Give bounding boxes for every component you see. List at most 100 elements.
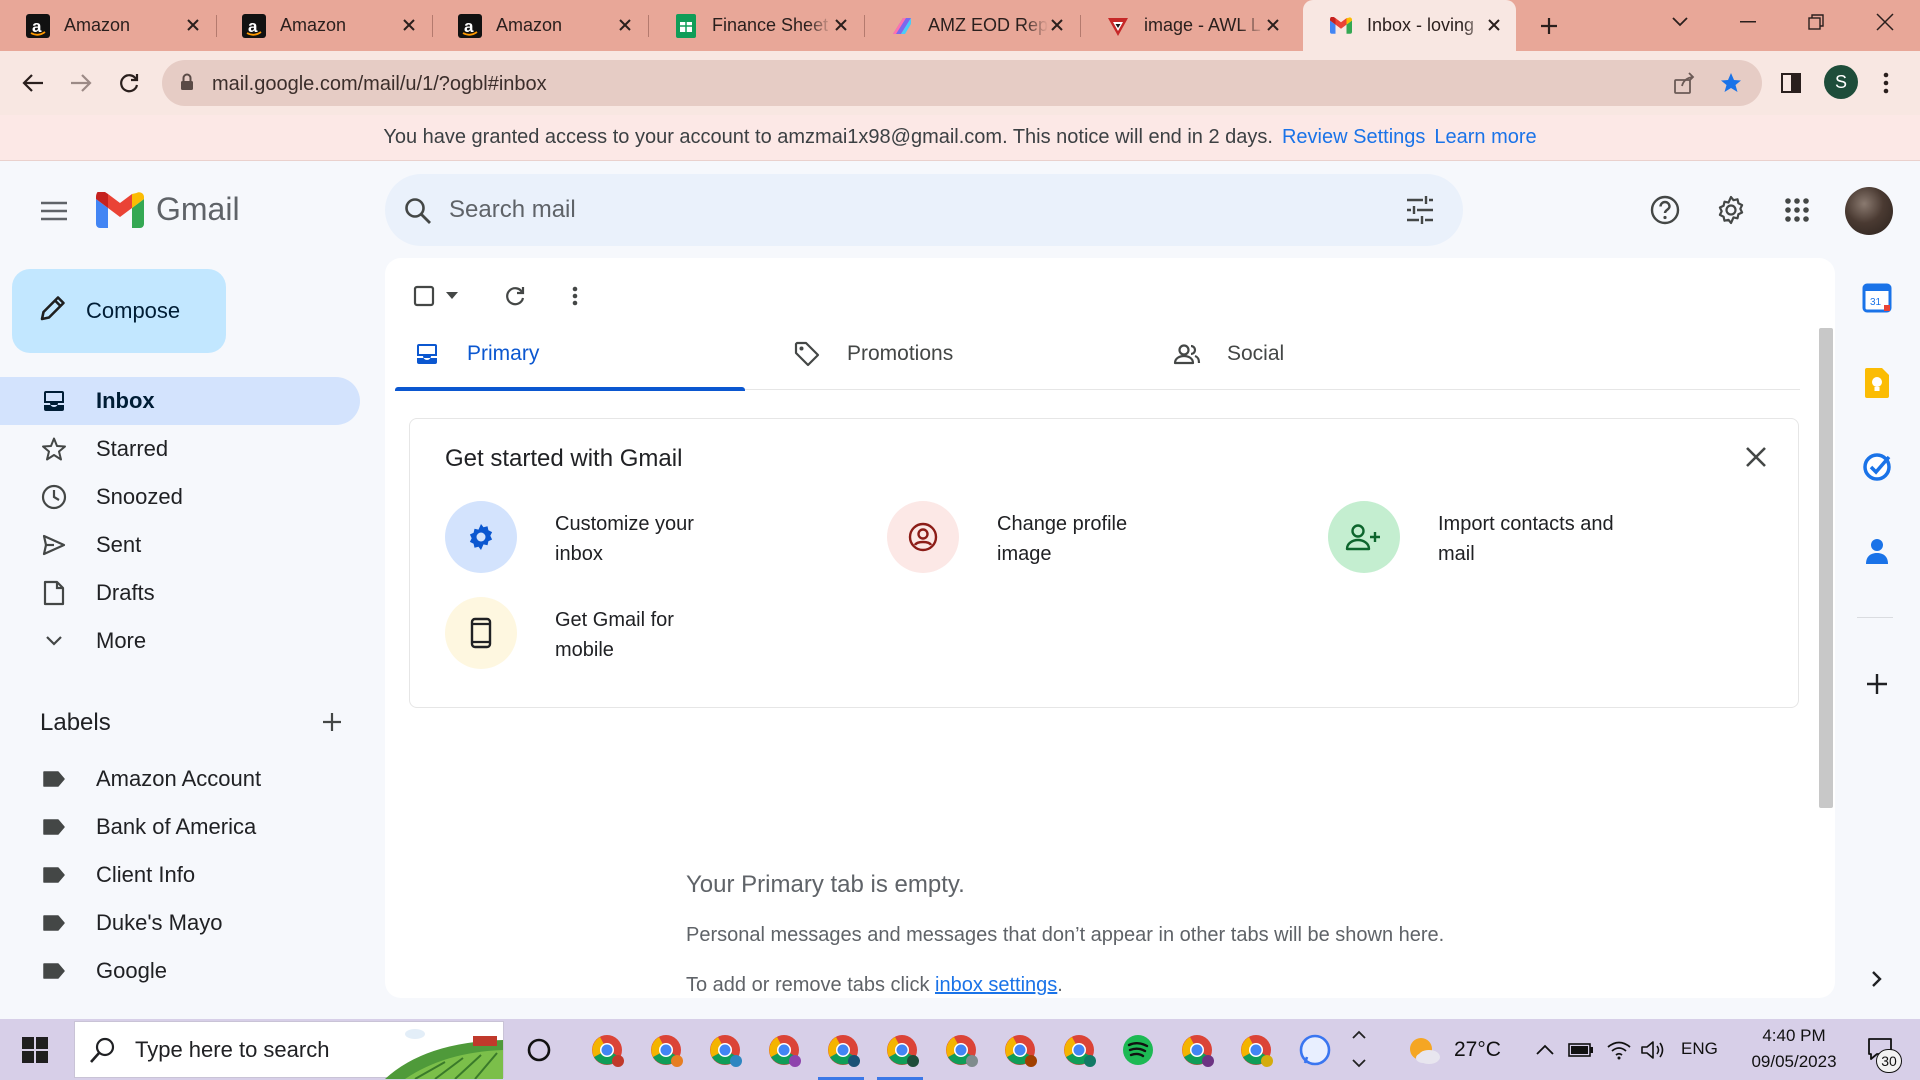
close-window-button[interactable] <box>1855 0 1915 44</box>
get-mobile-item[interactable]: Get Gmail for mobile <box>445 597 735 669</box>
back-button[interactable] <box>13 63 53 103</box>
chrome-taskbar-icon[interactable] <box>765 1031 803 1069</box>
reload-button[interactable] <box>109 63 149 103</box>
search-input[interactable] <box>449 190 1349 230</box>
label-item-dukes-mayo[interactable]: Duke's Mayo <box>0 899 360 947</box>
settings-button[interactable] <box>1711 190 1751 230</box>
close-icon[interactable] <box>1261 13 1285 37</box>
side-panel-button[interactable] <box>1771 63 1811 103</box>
taskbar-scroll-up[interactable] <box>1340 1023 1378 1047</box>
weather-widget[interactable] <box>1405 1031 1443 1069</box>
close-icon[interactable] <box>829 13 853 37</box>
create-label-button[interactable] <box>316 706 348 738</box>
volume-icon[interactable] <box>1634 1031 1672 1069</box>
clock-date[interactable]: 09/05/2023 <box>1732 1052 1856 1072</box>
label-item-client-info[interactable]: Client Info <box>0 851 360 899</box>
hide-side-panel-button[interactable] <box>1857 959 1897 999</box>
close-icon[interactable] <box>1045 13 1069 37</box>
nav-item-sent[interactable]: Sent <box>0 521 360 569</box>
dismiss-card-button[interactable] <box>1740 441 1772 473</box>
more-actions-button[interactable] <box>555 276 595 316</box>
refresh-button[interactable] <box>495 276 535 316</box>
label-item-amazon-account[interactable]: Amazon Account <box>0 755 360 803</box>
customize-inbox-item[interactable]: Customize your inbox <box>445 501 735 573</box>
nav-item-more[interactable]: More <box>0 617 360 665</box>
keep-app-button[interactable] <box>1857 363 1897 403</box>
scrollbar[interactable] <box>1819 328 1833 808</box>
nav-item-snoozed[interactable]: Snoozed <box>0 473 360 521</box>
chrome-taskbar-icon[interactable] <box>1178 1031 1216 1069</box>
chrome-taskbar-icon[interactable] <box>706 1031 744 1069</box>
browser-tab-amz-eod[interactable]: AMZ EOD Rep <box>864 0 1079 51</box>
wifi-icon[interactable] <box>1600 1031 1638 1069</box>
main-menu-button[interactable] <box>34 191 74 231</box>
show-hidden-icons-button[interactable] <box>1526 1031 1564 1069</box>
browser-menu-button[interactable] <box>1866 63 1906 103</box>
chrome-taskbar-icon[interactable] <box>824 1031 862 1069</box>
chrome-taskbar-icon[interactable] <box>942 1031 980 1069</box>
minimize-button[interactable] <box>1718 0 1778 44</box>
calendar-app-button[interactable]: 31 <box>1857 278 1897 318</box>
nav-item-inbox[interactable]: Inbox <box>0 377 360 425</box>
spotify-icon[interactable] <box>1119 1031 1157 1069</box>
bookmark-star-icon[interactable] <box>1719 71 1743 100</box>
task-view-button[interactable] <box>520 1031 558 1069</box>
address-bar[interactable]: mail.google.com/mail/u/1/?ogbl#inbox <box>162 60 1762 106</box>
input-language[interactable]: ENG <box>1681 1039 1718 1059</box>
chrome-taskbar-icon[interactable] <box>883 1031 921 1069</box>
taskbar-search[interactable]: Type here to search <box>74 1021 504 1079</box>
review-settings-link[interactable]: Review Settings <box>1282 126 1425 149</box>
label-item-google[interactable]: Google <box>0 947 360 995</box>
tab-search-button[interactable] <box>1650 0 1710 44</box>
tab-social[interactable]: Social <box>1155 318 1505 390</box>
learn-more-link[interactable]: Learn more <box>1434 126 1536 149</box>
label-item-bank-of-america[interactable]: Bank of America <box>0 803 360 851</box>
start-button[interactable] <box>16 1031 54 1069</box>
browser-tab-inbox[interactable]: Inbox - loving <box>1303 0 1516 51</box>
nav-item-drafts[interactable]: Drafts <box>0 569 360 617</box>
tasks-app-button[interactable] <box>1857 447 1897 487</box>
get-addons-button[interactable] <box>1857 664 1897 704</box>
restore-button[interactable] <box>1786 0 1846 44</box>
share-icon[interactable] <box>1672 71 1696 100</box>
apps-button[interactable] <box>1777 190 1817 230</box>
support-button[interactable] <box>1645 190 1685 230</box>
chrome-taskbar-icon[interactable] <box>1237 1031 1275 1069</box>
inbox-settings-link[interactable]: inbox settings <box>935 974 1057 996</box>
browser-tab-amazon-1[interactable]: a Amazon <box>0 0 215 51</box>
chrome-taskbar-icon[interactable] <box>647 1031 685 1069</box>
close-icon[interactable] <box>1482 13 1506 37</box>
browser-tab-amazon-2[interactable]: a Amazon <box>216 0 431 51</box>
tab-promotions[interactable]: Promotions <box>775 318 1125 390</box>
select-options-dropdown[interactable] <box>441 276 463 316</box>
account-avatar[interactable] <box>1845 187 1893 235</box>
chrome-taskbar-icon[interactable] <box>1060 1031 1098 1069</box>
clock-time[interactable]: 4:40 PM <box>1750 1026 1838 1046</box>
gmail-logo[interactable]: Gmail <box>96 191 240 228</box>
taskbar-scroll-down[interactable] <box>1340 1051 1378 1075</box>
windows-taskbar: Type here to search 27°C ENG 4:40 PM 09/… <box>0 1019 1920 1080</box>
contacts-app-button[interactable] <box>1857 531 1897 571</box>
compose-button[interactable]: Compose <box>12 269 226 353</box>
browser-tab-finance-sheet[interactable]: Finance Sheet <box>648 0 863 51</box>
import-contacts-item[interactable]: Import contacts and mail <box>1328 501 1618 573</box>
profile-avatar[interactable]: S <box>1824 65 1858 99</box>
select-all-checkbox[interactable] <box>409 276 439 316</box>
signal-icon[interactable] <box>1296 1031 1334 1069</box>
forward-button[interactable] <box>61 63 101 103</box>
tab-primary[interactable]: Primary <box>395 318 745 391</box>
close-icon[interactable] <box>181 13 205 37</box>
search-options-icon[interactable] <box>1405 196 1435 229</box>
browser-tab-image-awl[interactable]: image - AWL L <box>1080 0 1295 51</box>
url-text[interactable]: mail.google.com/mail/u/1/?ogbl#inbox <box>212 73 547 96</box>
chrome-taskbar-icon[interactable] <box>588 1031 626 1069</box>
new-tab-button[interactable] <box>1533 10 1565 42</box>
battery-icon[interactable] <box>1562 1031 1600 1069</box>
close-icon[interactable] <box>397 13 421 37</box>
search-icon[interactable] <box>403 196 433 231</box>
browser-tab-amazon-3[interactable]: a Amazon <box>432 0 647 51</box>
close-icon[interactable] <box>613 13 637 37</box>
nav-item-starred[interactable]: Starred <box>0 425 360 473</box>
change-profile-image-item[interactable]: Change profile image <box>887 501 1177 573</box>
chrome-taskbar-icon[interactable] <box>1001 1031 1039 1069</box>
